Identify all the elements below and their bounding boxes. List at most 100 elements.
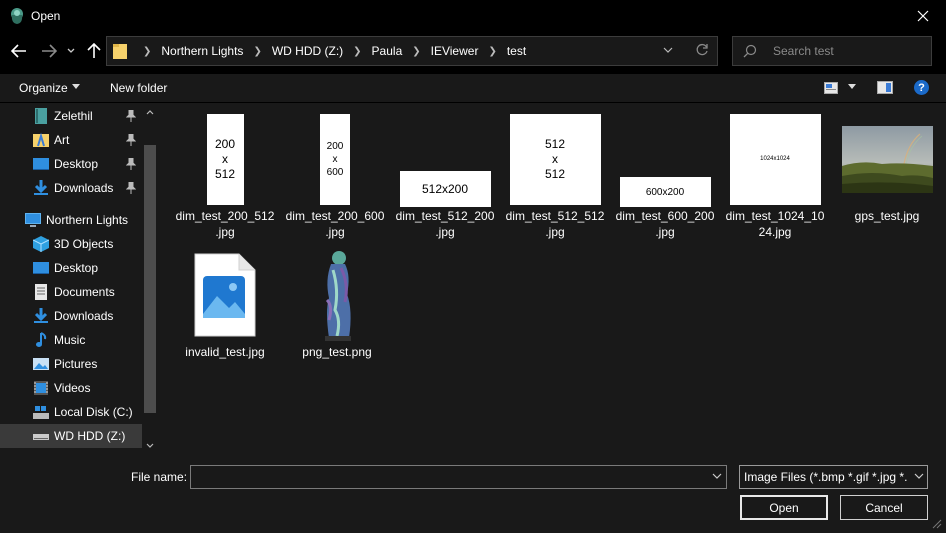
view-options-icon[interactable] — [824, 82, 838, 94]
sidebar-item-label: Desktop — [54, 157, 99, 171]
breadcrumb-separator-icon[interactable]: ❯ — [488, 46, 496, 57]
sidebar-item-documents[interactable]: Documents — [0, 280, 142, 304]
file-name: dim_test_512_512 .jpg — [501, 208, 609, 240]
pin-icon[interactable] — [126, 158, 136, 170]
sidebar-item-label: Art — [54, 133, 70, 147]
open-button[interactable]: Open — [740, 495, 828, 520]
help-label: ? — [918, 81, 925, 94]
computer-icon — [25, 213, 41, 227]
breadcrumb-item[interactable]: IEViewer — [431, 44, 479, 58]
file-thumbnail: 200 x 512 — [171, 111, 279, 207]
file-item[interactable]: 1024x1024 dim_test_1024_10 24.jpg — [721, 103, 829, 239]
file-item[interactable]: gps_test.jpg — [833, 103, 941, 231]
recent-locations-button[interactable] — [64, 41, 78, 61]
file-item[interactable]: 512x200 dim_test_512_200 .jpg — [391, 103, 499, 239]
address-bar[interactable]: ❯ Northern Lights ❯ WD HDD (Z:) ❯ Paula … — [106, 36, 718, 66]
breadcrumb-separator-icon[interactable]: ❯ — [353, 46, 361, 57]
sidebar-item-zelethil[interactable]: Zelethil — [0, 104, 142, 128]
image-preview: 200 x 600 — [320, 113, 350, 205]
book-icon — [35, 108, 47, 124]
video-icon — [34, 381, 48, 395]
chevron-down-icon[interactable] — [914, 473, 924, 479]
file-item[interactable]: png_test.png — [283, 239, 391, 367]
sidebar-item-art[interactable]: Art — [0, 128, 142, 152]
command-bar: Organize New folder ? — [0, 74, 946, 102]
thumbnail-text: 512 — [544, 136, 566, 151]
art-folder-icon — [33, 132, 49, 147]
preview-pane-icon[interactable] — [877, 81, 893, 94]
chevron-down-icon — [67, 48, 75, 53]
file-name-part: dim_test_200_512 — [175, 209, 275, 223]
thumbnail-text: 200 — [214, 136, 236, 151]
sidebar-item-this-pc[interactable]: Northern Lights — [0, 208, 142, 232]
download-icon — [34, 308, 48, 323]
breadcrumb: ❯ Northern Lights ❯ WD HDD (Z:) ❯ Paula … — [133, 37, 526, 65]
breadcrumb-item[interactable]: WD HDD (Z:) — [272, 44, 343, 58]
file-name-part: .jpg — [215, 225, 235, 239]
file-item[interactable]: 200 x 600 dim_test_200_600 .jpg — [281, 103, 389, 239]
sidebar-item-label: Pictures — [54, 357, 98, 371]
pin-icon[interactable] — [126, 182, 136, 194]
file-name: dim_test_200_512 .jpg — [171, 208, 279, 240]
breadcrumb-item[interactable]: Northern Lights — [161, 44, 243, 58]
sidebar-item-music[interactable]: Music — [0, 328, 142, 352]
thumbnail-text: 512x200 — [421, 182, 469, 196]
back-button[interactable] — [9, 41, 29, 61]
file-name-part: .jpg — [435, 225, 455, 239]
file-name-history-chevron-icon[interactable] — [712, 473, 722, 479]
refresh-icon[interactable] — [695, 43, 709, 57]
image-preview: 600x200 — [619, 177, 711, 207]
cancel-button[interactable]: Cancel — [840, 495, 928, 520]
sidebar-item-3d-objects[interactable]: 3D Objects — [0, 232, 142, 256]
pin-icon[interactable] — [126, 110, 136, 122]
sidebar-item-videos[interactable]: Videos — [0, 376, 142, 400]
resize-grip-icon[interactable] — [930, 517, 942, 529]
sidebar-item-downloads[interactable]: Downloads — [0, 304, 142, 328]
folder-icon — [113, 44, 127, 59]
file-name: dim_test_600_200 .jpg — [611, 208, 719, 240]
help-icon[interactable]: ? — [914, 80, 929, 95]
image-preview: 512x200 — [399, 171, 491, 207]
app-icon — [11, 8, 23, 24]
sidebar-item-label: Music — [54, 333, 86, 347]
file-name-part: dim_test_512_512 — [505, 209, 605, 223]
breadcrumb-separator-icon: ❯ — [143, 45, 152, 57]
sidebar-item-wd-hdd[interactable]: WD HDD (Z:) — [0, 424, 142, 448]
breadcrumb-separator-icon[interactable]: ❯ — [253, 46, 261, 57]
thumbnail-text: x — [332, 153, 338, 165]
address-history-chevron-icon[interactable] — [663, 45, 673, 55]
file-name-part: 24.jpg — [758, 225, 792, 239]
file-type-select[interactable]: Image Files (*.bmp *.gif *.jpg *. — [739, 465, 928, 489]
file-item[interactable]: invalid_test.jpg — [171, 239, 279, 367]
file-item[interactable]: 512 x 512 dim_test_512_512 .jpg — [501, 103, 609, 239]
download-icon — [34, 180, 48, 195]
sidebar-item-desktop[interactable]: Desktop — [0, 256, 142, 280]
file-thumbnail: 200 x 600 — [281, 111, 389, 207]
file-name-part: dim_test_1024_10 — [725, 209, 825, 223]
search-box[interactable]: Search test — [732, 36, 932, 66]
file-item[interactable]: 600x200 dim_test_600_200 .jpg — [611, 103, 719, 239]
thumbnail-text: 600 — [326, 166, 344, 178]
pin-icon[interactable] — [126, 134, 136, 146]
chevron-down-icon[interactable] — [848, 84, 856, 89]
file-name-input[interactable] — [190, 465, 727, 489]
forward-button[interactable] — [39, 41, 59, 61]
breadcrumb-item[interactable]: Paula — [372, 44, 403, 58]
up-button[interactable] — [84, 41, 104, 61]
sidebar-item-pictures[interactable]: Pictures — [0, 352, 142, 376]
sidebar-item-downloads-quick[interactable]: Downloads — [0, 176, 142, 200]
breadcrumb-item[interactable]: test — [507, 44, 526, 58]
sidebar-scrollbar[interactable] — [142, 103, 158, 457]
chevron-up-icon[interactable] — [146, 109, 154, 115]
chevron-down-icon[interactable] — [72, 84, 80, 89]
chevron-down-icon[interactable] — [146, 443, 154, 449]
file-item[interactable]: 200 x 512 dim_test_200_512 .jpg — [171, 103, 279, 239]
sidebar-item-desktop-quick[interactable]: Desktop — [0, 152, 142, 176]
close-button[interactable] — [900, 0, 946, 32]
sidebar-item-local-disk[interactable]: Local Disk (C:) — [0, 400, 142, 424]
organize-button[interactable]: Organize — [19, 81, 68, 95]
navigation-pane: Zelethil Art Desktop Downloads Northern … — [0, 103, 158, 457]
breadcrumb-separator-icon[interactable]: ❯ — [412, 46, 420, 57]
new-folder-button[interactable]: New folder — [110, 81, 167, 95]
scrollbar-thumb[interactable] — [144, 145, 156, 413]
